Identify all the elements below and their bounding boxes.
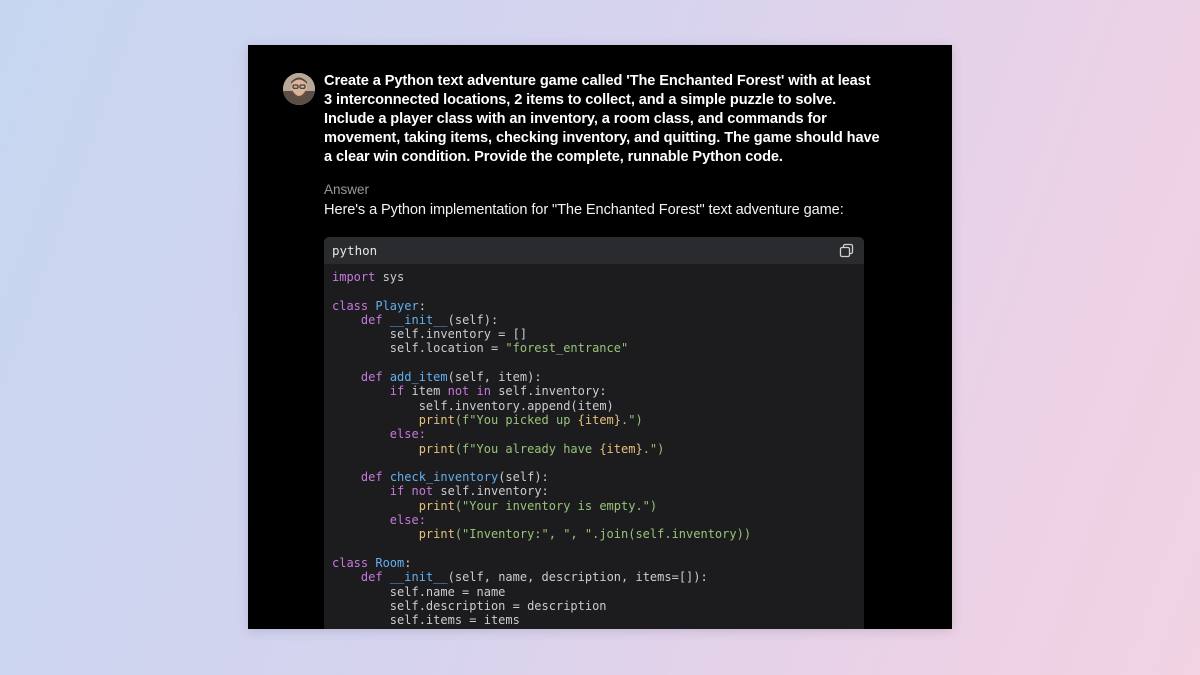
code-line: self.inventory.append(item) [332,399,864,413]
code-token: def [360,570,383,585]
code-token: add_item [389,370,448,385]
code-line: def add_item(self, item): [332,370,864,384]
code-header: python [324,237,864,264]
code-line: self.description = description [332,599,864,613]
code-token: self.inventory: [490,384,607,399]
prompt-line: 3 interconnected locations, 2 items to c… [324,92,837,108]
code-line: if not self.inventory: [332,484,864,498]
code-token: self.location = [389,341,506,356]
prompt-line: Include a player class with an inventory… [324,111,827,127]
code-token: .") [621,412,643,427]
code-token: class [332,298,369,313]
code-token: self.inventory = [] [389,327,528,342]
code-token: self.description = description [389,598,607,613]
code-token: print [418,412,455,427]
code-token: def [360,370,383,385]
code-line: def __init__(self): [332,313,864,327]
prompt-line: Create a Python text adventure game call… [324,73,871,89]
code-line: class Room: [332,556,864,570]
code-token: class [332,555,369,570]
code-token: : [418,298,426,313]
code-token: not [411,484,434,499]
code-token: self.name = name [389,584,506,599]
prompt-line: movement, taking items, checking invento… [324,130,880,146]
code-line: self.inventory = [] [332,327,864,341]
code-token: else: [389,513,426,528]
code-token: ("Your inventory is empty.") [454,498,658,513]
code-token: def [360,312,383,327]
code-token: check_inventory [389,470,499,485]
code-token: print [418,527,455,542]
code-token: .") [642,441,665,456]
user-avatar [283,73,315,105]
code-line: print(f"You already have {item}.") [332,442,864,456]
code-line: print(f"You picked up {item}.") [332,413,864,427]
code-token: self.items = items [389,613,520,628]
code-token: self.inventory: [433,484,549,499]
code-token: if [389,484,405,499]
code-token: {item} [599,441,643,456]
code-token: if [389,384,405,399]
user-prompt: Create a Python text adventure game call… [324,72,884,167]
code-token: Player [375,298,419,313]
answer-intro: Here's a Python implementation for "The … [324,202,844,218]
code-token: (self): [447,312,499,327]
code-token: print [418,441,455,456]
code-line: print("Your inventory is empty.") [332,499,864,513]
code-token: not [447,384,470,399]
chat-window: Create a Python text adventure game call… [248,45,952,629]
prompt-line: a clear win condition. Provide the compl… [324,149,783,165]
code-token: item [404,384,448,399]
answer-label: Answer [324,182,370,197]
code-token: print [418,498,455,513]
code-line: import sys [332,270,864,284]
code-token: (self): [498,470,549,485]
code-line: self.items = items [332,613,864,627]
code-token: (self, name, description, items=[]): [447,570,708,585]
code-language: python [332,243,378,258]
code-token: (self, item): [447,370,542,385]
code-line: class Player: [332,299,864,313]
code-line: def __init__(self, name, description, it… [332,570,864,584]
copy-icon[interactable] [839,243,854,258]
code-token: in [476,384,491,399]
code-line: def check_inventory(self): [332,470,864,484]
code-token: {item} [577,412,622,427]
code-content: import sys class Player: def __init__(sel… [324,264,864,627]
code-line: else: [332,513,864,527]
code-line: self.location = "forest_entrance" [332,341,864,355]
code-block: python import sys class Player: def __ini… [324,237,864,629]
code-token: (f"You already have [454,441,600,456]
code-token: __init__ [389,570,448,585]
code-token: : [404,555,412,570]
code-token: Room [375,555,405,570]
code-token: else: [389,427,426,442]
code-token: ("Inventory:", ", ".join(self.inventory)… [454,527,752,542]
code-token: import [332,270,376,284]
code-token: __init__ [389,312,448,327]
code-token: def [360,470,383,485]
code-line: else: [332,427,864,441]
code-line: if item not in self.inventory: [332,384,864,398]
code-line: print("Inventory:", ", ".join(self.inven… [332,527,864,541]
code-line: self.name = name [332,585,864,599]
code-token: (f"You picked up [454,412,578,427]
code-token: "forest_entrance" [505,341,629,356]
code-token: self.inventory.append(item) [418,398,614,413]
code-token: sys [375,270,405,284]
